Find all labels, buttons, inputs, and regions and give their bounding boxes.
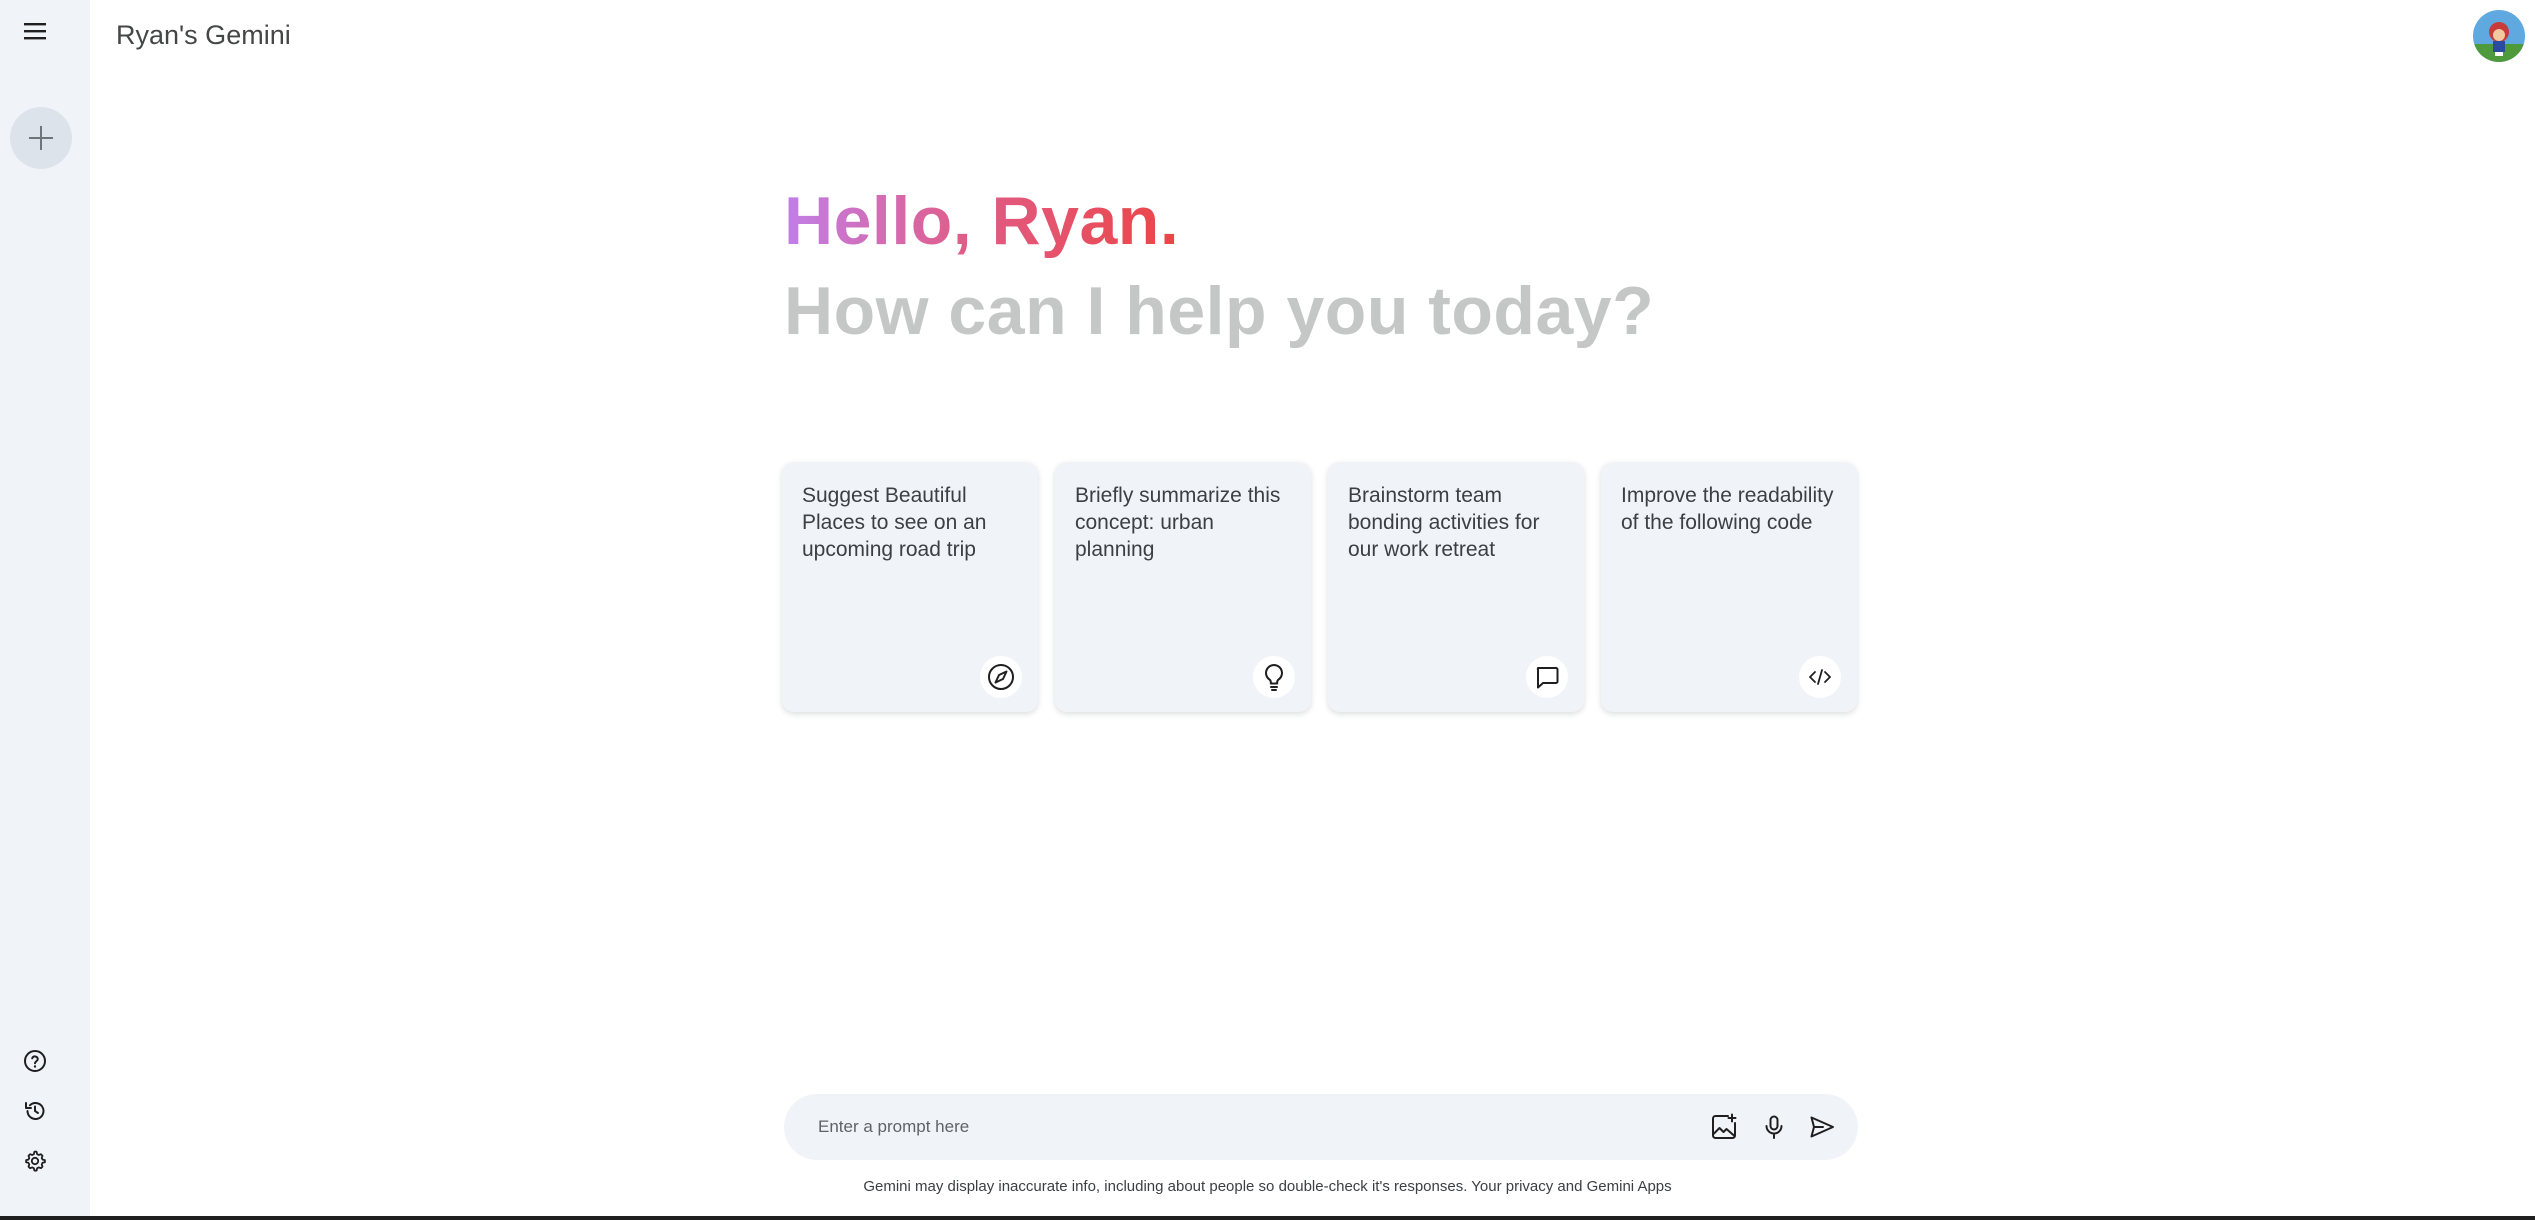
activity-button[interactable] (18, 1094, 52, 1128)
suggestion-card-code-readability[interactable]: Improve the readability of the following… (1601, 462, 1857, 712)
help-icon (24, 1050, 46, 1072)
suggestion-card-text: Improve the readability of the following… (1621, 484, 1834, 534)
greeting-subtitle: How can I help you today? (784, 273, 1655, 349)
bottom-edge (0, 1216, 2535, 1220)
microphone-icon (1765, 1115, 1783, 1139)
avatar-icon (2473, 10, 2525, 62)
lightbulb-icon (1265, 664, 1283, 691)
prompt-bar (784, 1094, 1858, 1160)
prompt-input[interactable] (818, 1094, 1638, 1160)
settings-gear-icon (25, 1150, 46, 1172)
upload-image-button[interactable] (1704, 1107, 1744, 1147)
card-icon-container (1253, 656, 1295, 698)
app-title: Ryan's Gemini (116, 20, 291, 50)
plus-icon (29, 126, 53, 150)
card-icon-container (1799, 656, 1841, 698)
settings-button[interactable] (18, 1144, 52, 1178)
add-image-icon (1712, 1113, 1737, 1139)
sidebar (0, 0, 90, 1220)
card-icon-container (1526, 656, 1568, 698)
send-button[interactable] (1802, 1107, 1842, 1147)
new-chat-button[interactable] (10, 107, 72, 169)
history-icon (25, 1102, 45, 1120)
chat-bubble-icon (1536, 667, 1559, 689)
main-menu-button[interactable] (18, 14, 52, 48)
suggestion-card-text: Brainstorm team bonding activities for o… (1348, 484, 1540, 561)
account-avatar-button[interactable] (2473, 10, 2525, 62)
compass-icon (988, 664, 1014, 690)
suggestion-cards: Suggest Beautiful Places to see on an up… (782, 462, 1857, 712)
suggestion-card-text: Briefly summarize this concept: urban pl… (1075, 484, 1281, 561)
send-icon (1810, 1116, 1834, 1138)
hamburger-menu-icon (24, 23, 46, 40)
help-button[interactable] (18, 1044, 52, 1078)
code-icon (1809, 669, 1831, 685)
voice-input-button[interactable] (1754, 1107, 1794, 1147)
disclaimer-text: Gemini may display inaccurate info, incl… (863, 1178, 1672, 1195)
card-icon-container (980, 656, 1022, 698)
suggestion-card-road-trip[interactable]: Suggest Beautiful Places to see on an up… (782, 462, 1038, 712)
suggestion-card-text: Suggest Beautiful Places to see on an up… (802, 484, 987, 561)
suggestion-card-urban-planning[interactable]: Briefly summarize this concept: urban pl… (1055, 462, 1311, 712)
greeting-heading: Hello, Ryan. (784, 176, 1179, 266)
greeting-section: Hello, Ryan. How can I help you today? (784, 176, 1884, 356)
suggestion-card-team-bonding[interactable]: Brainstorm team bonding activities for o… (1328, 462, 1584, 712)
